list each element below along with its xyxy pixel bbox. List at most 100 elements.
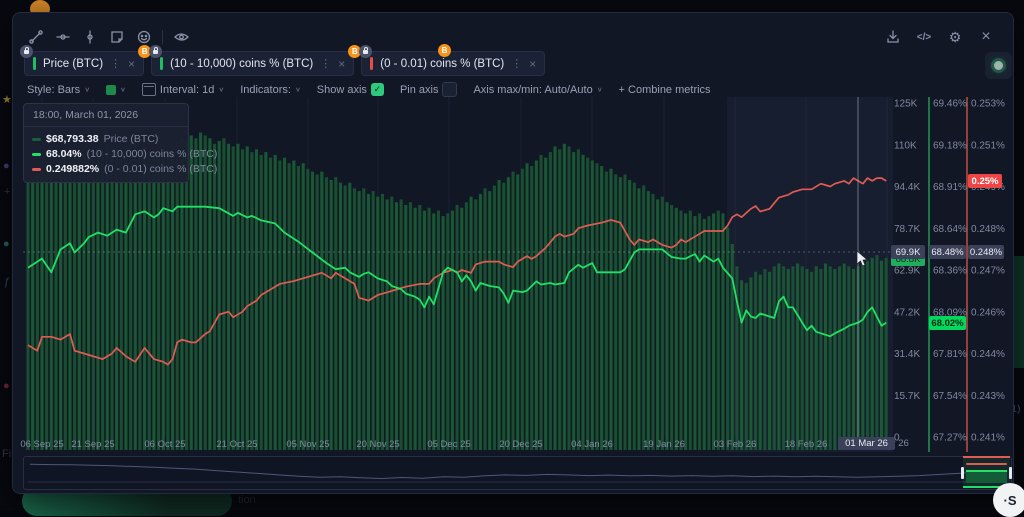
price-bar <box>301 163 305 450</box>
price-bar <box>646 191 650 450</box>
price-bar <box>884 257 888 450</box>
crosshair-green-badge: 68.48% <box>929 245 966 259</box>
price-bar <box>73 154 77 450</box>
price-bar <box>399 199 403 450</box>
y-axis-tick-label: 0.253% <box>971 99 1005 110</box>
price-bar <box>865 260 870 450</box>
price-bar <box>185 141 189 450</box>
price-bar <box>427 207 431 450</box>
green-last-value-badge: 68.02% <box>929 316 966 330</box>
price-bar <box>352 188 357 451</box>
y-axis-tick-label: 125K <box>894 99 918 110</box>
santiment-logo: ·S <box>993 483 1024 517</box>
price-bar <box>805 269 809 450</box>
price-bar <box>152 149 156 451</box>
y-axis-tick-label: 0.246% <box>971 307 1005 318</box>
crosshair-date-badge: 01 Mar 26 <box>838 437 895 450</box>
price-bar <box>296 166 301 450</box>
price-bar <box>544 157 548 450</box>
price-bar <box>87 149 91 451</box>
navigator-left-handle[interactable] <box>961 467 964 479</box>
price-bar <box>642 185 646 450</box>
y-axis-tick-label: 67.81% <box>933 349 967 360</box>
price-bar <box>632 182 636 450</box>
chart-plot-area[interactable]: 125K 110K 94.4K 78.7K 62.9K 47.2K 31.4K 15.7K 06… <box>0 0 1024 511</box>
price-bar <box>623 174 627 450</box>
price-bar <box>744 283 748 450</box>
price-bar <box>394 202 399 450</box>
price-bar <box>450 210 454 450</box>
price-bar <box>586 157 590 450</box>
price-bar <box>455 205 459 450</box>
price-bar <box>460 207 464 450</box>
x-axis-tick-label: 06 Sep 25 <box>20 439 63 450</box>
y-axis-tick-label: 31.4K <box>894 349 920 360</box>
price-bar <box>604 171 608 450</box>
price-bar <box>408 202 412 450</box>
price-bar <box>502 182 506 450</box>
price-bar <box>45 168 49 451</box>
price-bar <box>572 152 576 450</box>
y-axis-tick-label: 15.7K <box>894 391 920 402</box>
price-bar <box>656 199 660 450</box>
price-bar <box>320 171 324 450</box>
price-bar <box>413 207 417 450</box>
price-bar <box>548 152 552 450</box>
price-bar <box>516 174 520 450</box>
x-axis-tick-label: 20 Nov 25 <box>356 439 399 450</box>
price-bar <box>63 157 67 450</box>
price-bar <box>819 269 823 450</box>
navigator-right-handle[interactable] <box>1009 467 1012 479</box>
price-bar <box>506 177 510 450</box>
x-axis-tick-label: 21 Sep 25 <box>71 439 114 450</box>
price-bar <box>782 266 786 450</box>
price-bar <box>376 196 380 450</box>
price-bar <box>250 152 254 450</box>
price-bar <box>534 160 538 450</box>
price-bar <box>814 266 818 450</box>
price-bar <box>800 266 804 450</box>
price-bar <box>259 154 263 450</box>
price-bar <box>171 143 175 451</box>
y-axis-tick-label: 62.9K <box>894 266 920 277</box>
price-bar <box>870 257 874 450</box>
price-bar <box>726 227 730 450</box>
price-bar <box>129 141 133 450</box>
navigator-red-line <box>966 463 1007 465</box>
price-bar <box>366 193 371 450</box>
price-bar <box>763 269 767 450</box>
price-bar <box>245 146 249 450</box>
price-bar <box>688 210 692 450</box>
price-bar <box>693 216 697 450</box>
price-bar <box>227 143 231 451</box>
price-bar <box>786 269 790 450</box>
price-bar <box>441 216 445 450</box>
price-bar <box>879 260 884 450</box>
y-axis-tick-label: 69.18% <box>933 140 967 151</box>
price-bar <box>492 185 496 450</box>
price-bar <box>721 213 725 450</box>
y-axis-tick-label: 47.2K <box>894 307 920 318</box>
price-bar <box>520 168 524 451</box>
y-axis-tick-label: 0.244% <box>971 349 1005 360</box>
price-bar <box>823 263 828 450</box>
y-axis-tick-label: 69.46% <box>933 99 967 110</box>
x-axis-tick-label: 04 Jan 26 <box>571 439 613 450</box>
tooltip-value: $68,793.38 <box>46 133 99 145</box>
price-bar <box>273 154 277 450</box>
price-bar <box>707 216 711 450</box>
tooltip-label: (10 - 10,000) coins % (BTC) <box>86 148 218 160</box>
x-axis-tick-label: 03 Feb 26 <box>714 439 757 450</box>
price-bar <box>539 154 543 450</box>
price-bar <box>628 180 632 450</box>
price-bar <box>740 280 744 450</box>
price-bar <box>35 174 39 450</box>
price-bar <box>558 149 562 451</box>
tooltip-row-price: $68,793.38 Price (BTC) <box>32 133 180 145</box>
price-bar <box>343 185 347 450</box>
timeline-navigator[interactable] <box>23 456 1012 490</box>
price-bar <box>861 263 865 450</box>
price-bar <box>115 149 119 451</box>
price-bar <box>609 168 613 451</box>
price-bar <box>749 277 753 450</box>
